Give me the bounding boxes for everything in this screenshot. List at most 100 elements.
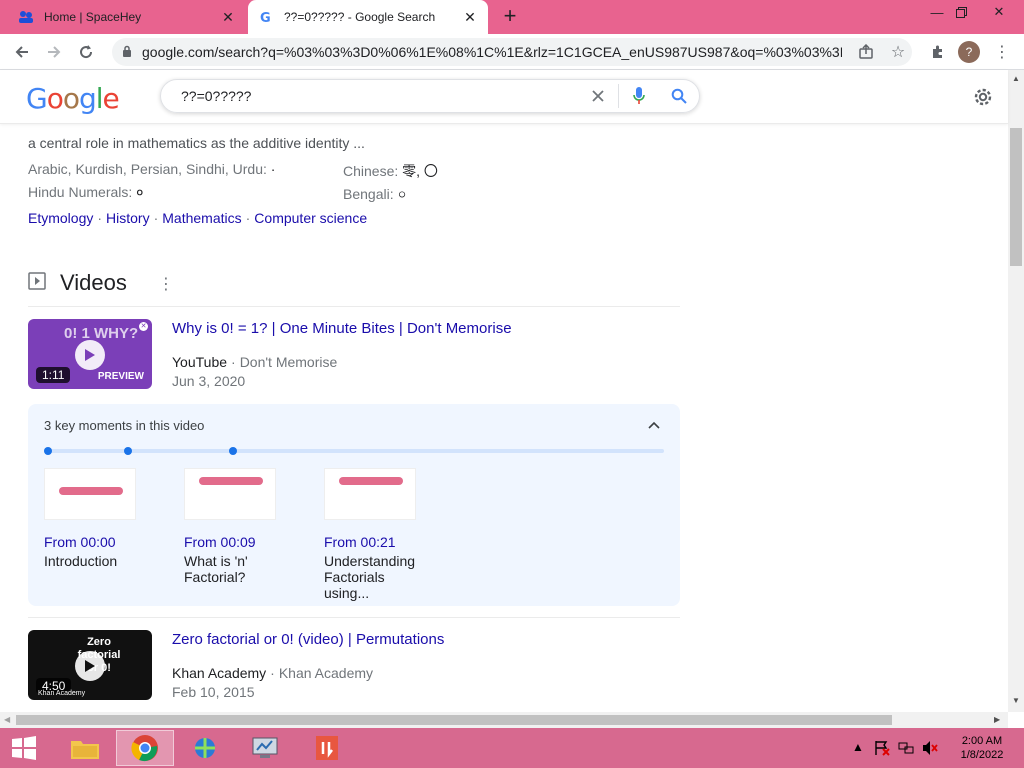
- volume-muted-icon[interactable]: [922, 740, 938, 759]
- link-etymology[interactable]: Etymology: [28, 210, 93, 226]
- key-moments-panel: 3 key moments in this video From 00:00 I…: [28, 404, 680, 606]
- microphone-icon[interactable]: [619, 80, 659, 112]
- chrome-taskbar-icon[interactable]: [116, 730, 174, 766]
- search-box[interactable]: ??=0?????: [160, 79, 700, 113]
- videos-section-header: Videos: [28, 270, 127, 296]
- address-bar[interactable]: google.com/search?q=%03%03%3D0%06%1E%08%…: [112, 38, 912, 66]
- network-status-icon[interactable]: [898, 740, 914, 759]
- search-results: a central role in mathematics as the add…: [0, 124, 1008, 712]
- tab-title: Home | SpaceHey: [44, 10, 142, 24]
- play-icon: [75, 651, 105, 681]
- tab-title: ??=0????? - Google Search: [284, 10, 436, 24]
- numeral-chinese: Chinese: 零, 〇: [343, 163, 438, 179]
- knowledge-links: Etymology · History · Mathematics · Computer s…: [28, 210, 368, 226]
- video-thumbnail[interactable]: Zero factorial or 0! 4:50 Khan Academy: [28, 630, 152, 700]
- divider: [28, 306, 680, 307]
- key-moment-item[interactable]: From 00:09 What is 'n' Factorial?: [184, 468, 276, 585]
- scroll-down-arrow-icon[interactable]: ▼: [1012, 696, 1020, 705]
- browser-toolbar: google.com/search?q=%03%03%3D0%06%1E%08%…: [0, 34, 1024, 70]
- video-play-outline-icon: [28, 271, 46, 295]
- extensions-icon[interactable]: [926, 40, 950, 64]
- moment-thumbnail[interactable]: [44, 468, 136, 520]
- video-title[interactable]: Zero factorial or 0! (video) | Permutati…: [172, 631, 444, 648]
- divider: [28, 617, 680, 618]
- close-tab-icon[interactable]: ✕: [220, 9, 236, 25]
- scroll-up-arrow-icon[interactable]: ▲: [1012, 74, 1020, 83]
- videos-more-options-icon[interactable]: ⋮: [158, 274, 174, 294]
- google-header: Google ??=0?????: [0, 70, 1008, 124]
- chevron-up-icon[interactable]: [648, 416, 660, 432]
- moment-time[interactable]: From 00:09: [184, 534, 276, 550]
- moment-time[interactable]: From 00:21: [324, 534, 416, 550]
- key-moment-item[interactable]: From 00:21 Understanding Factorials usin…: [324, 468, 416, 601]
- horizontal-scrollbar[interactable]: ◀ ▶: [0, 712, 1008, 728]
- video-duration: 1:11: [36, 367, 71, 383]
- scroll-left-arrow-icon[interactable]: ◀: [4, 715, 10, 724]
- bookmark-star-icon[interactable]: ☆: [886, 40, 910, 64]
- video-thumbnail[interactable]: 0! 1 WHY? ✕ 1:11 PREVIEW: [28, 319, 152, 389]
- vertical-scroll-thumb[interactable]: [1010, 128, 1022, 266]
- numeral-arabic: Arabic, Kurdish, Persian, Sindhi, Urdu: …: [28, 161, 276, 177]
- profile-avatar[interactable]: ?: [958, 41, 980, 63]
- close-window-icon[interactable]: ✕: [982, 0, 1016, 24]
- google-logo[interactable]: Google: [26, 82, 120, 115]
- key-moments-track: [44, 447, 664, 455]
- key-moments-title: 3 key moments in this video: [44, 418, 205, 433]
- new-tab-button[interactable]: +: [498, 5, 522, 29]
- link-history[interactable]: History: [106, 210, 150, 226]
- video-title[interactable]: Why is 0! = 1? | One Minute Bites | Don'…: [172, 320, 512, 337]
- moment-marker[interactable]: [124, 447, 132, 455]
- video-date: Jun 3, 2020: [172, 373, 246, 389]
- moment-marker[interactable]: [44, 447, 52, 455]
- clear-search-icon[interactable]: [578, 80, 618, 112]
- settings-gear-icon[interactable]: [970, 84, 996, 110]
- preview-label: PREVIEW: [97, 371, 144, 382]
- windows-taskbar: ▲ 2:00 AM 1/8/2022: [0, 728, 1024, 768]
- moment-label: Understanding Factorials using...: [324, 553, 416, 601]
- video-source: Khan Academy · Khan Academy: [172, 665, 374, 681]
- search-input[interactable]: ??=0?????: [181, 88, 578, 104]
- restore-icon[interactable]: [944, 0, 978, 24]
- show-hidden-icons-icon[interactable]: ▲: [852, 740, 864, 754]
- moment-thumbnail[interactable]: [324, 468, 416, 520]
- network-app-icon[interactable]: [176, 730, 234, 766]
- clock-time: 2:00 AM: [961, 735, 1003, 747]
- numeral-hindu: Hindu Numerals: ०: [28, 184, 144, 200]
- search-icon[interactable]: [659, 80, 699, 112]
- menu-dots-icon[interactable]: ⋮: [990, 40, 1014, 64]
- start-button[interactable]: [0, 730, 48, 766]
- share-icon[interactable]: [854, 40, 878, 64]
- moment-label: Introduction: [44, 553, 118, 569]
- svg-text:G: G: [260, 11, 271, 24]
- thumb-close-icon: ✕: [139, 322, 148, 331]
- tab-google-search[interactable]: G ??=0????? - Google Search ✕: [248, 0, 488, 34]
- video-date: Feb 10, 2015: [172, 684, 255, 700]
- action-center-flag-icon[interactable]: [874, 740, 890, 759]
- moment-marker[interactable]: [229, 447, 237, 455]
- play-icon: [75, 340, 105, 370]
- horizontal-scroll-thumb[interactable]: [16, 715, 892, 725]
- moment-thumbnail[interactable]: [184, 468, 276, 520]
- google-favicon-icon: G: [258, 9, 274, 25]
- link-mathematics[interactable]: Mathematics: [162, 210, 241, 226]
- document-app-icon[interactable]: [298, 730, 356, 766]
- reload-icon[interactable]: [74, 40, 98, 64]
- forward-icon[interactable]: [42, 40, 66, 64]
- moment-label: What is 'n' Factorial?: [184, 553, 248, 585]
- monitor-app-icon[interactable]: [236, 730, 294, 766]
- close-tab-icon[interactable]: ✕: [462, 9, 478, 25]
- url-text: google.com/search?q=%03%03%3D0%06%1E%08%…: [142, 44, 842, 60]
- vertical-scrollbar[interactable]: ▲ ▼: [1008, 70, 1024, 712]
- tab-spacehey[interactable]: Home | SpaceHey ✕: [8, 0, 246, 34]
- video-source: YouTube · Don't Memorise: [172, 354, 338, 370]
- back-icon[interactable]: [10, 40, 34, 64]
- lock-icon: [122, 44, 132, 60]
- numeral-bengali: Bengali: ০: [343, 186, 407, 202]
- link-computer-science[interactable]: Computer science: [254, 210, 367, 226]
- file-explorer-icon[interactable]: [56, 730, 114, 766]
- key-moment-item[interactable]: From 00:00 Introduction: [44, 468, 136, 569]
- clock-date: 1/8/2022: [960, 749, 1004, 761]
- moment-time[interactable]: From 00:00: [44, 534, 136, 550]
- scroll-right-arrow-icon[interactable]: ▶: [994, 715, 1000, 724]
- system-clock[interactable]: 2:00 AM 1/8/2022: [954, 734, 1010, 762]
